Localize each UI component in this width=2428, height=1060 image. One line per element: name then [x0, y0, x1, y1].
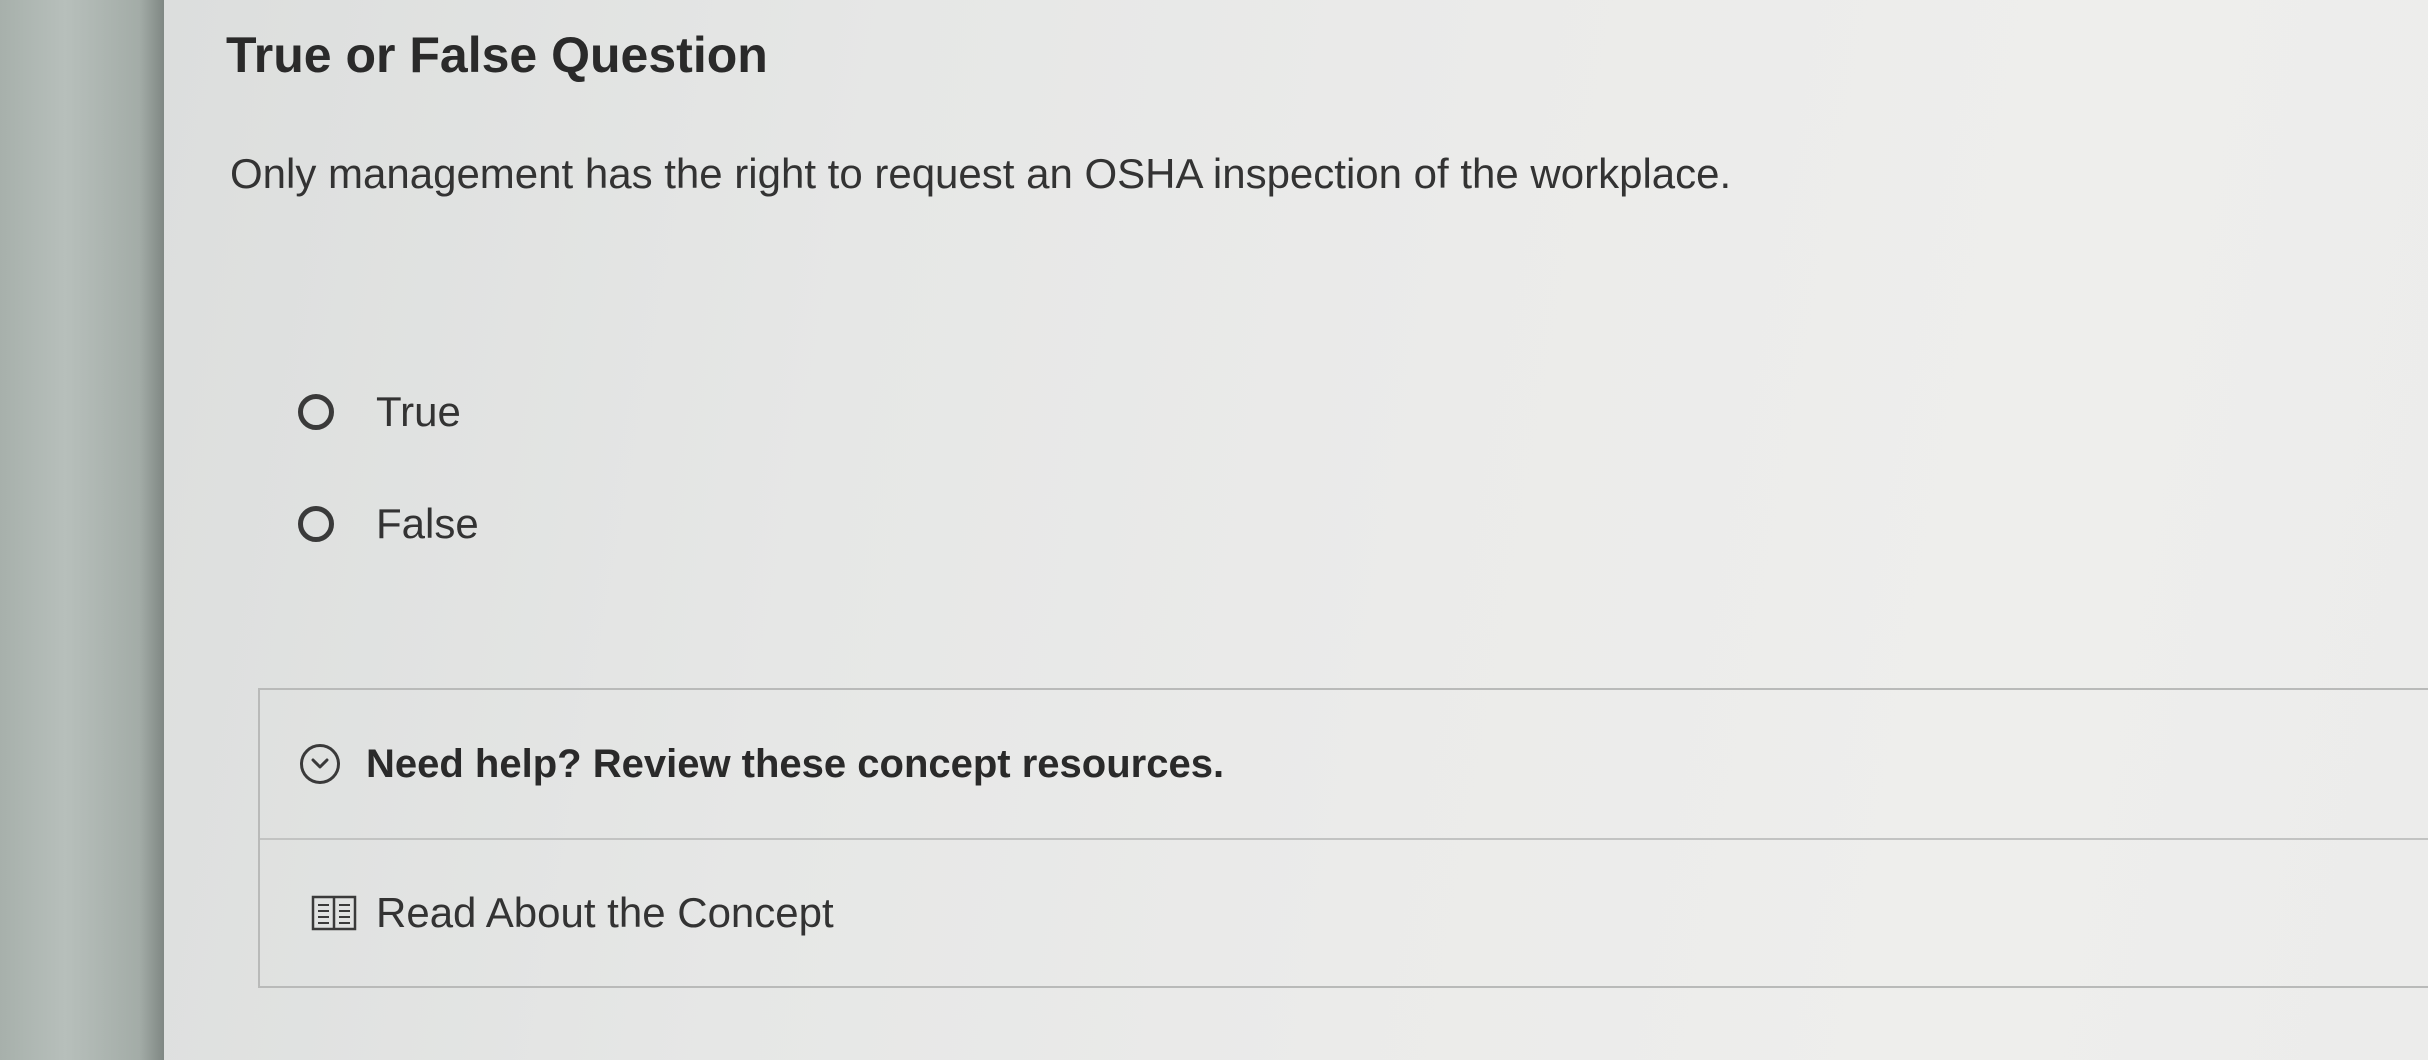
read-about-concept-link[interactable]: Read About the Concept: [260, 838, 2428, 988]
concept-resources-panel: Need help? Review these concept resource…: [258, 688, 2428, 988]
answer-option-true[interactable]: True: [298, 382, 461, 442]
question-prompt: Only management has the right to request…: [230, 150, 1732, 197]
radio-button-false[interactable]: [298, 506, 334, 542]
need-help-toggle[interactable]: Need help? Review these concept resource…: [260, 690, 2428, 840]
answer-label-true: True: [376, 388, 461, 435]
read-about-concept-label: Read About the Concept: [376, 889, 834, 936]
radio-button-true[interactable]: [298, 394, 334, 430]
book-icon: [310, 893, 358, 933]
answer-option-false[interactable]: False: [298, 494, 479, 554]
monitor-bezel: [0, 0, 164, 1060]
chevron-down-icon[interactable]: [300, 744, 340, 784]
answer-label-false: False: [376, 500, 479, 547]
question-type-heading: True or False Question: [226, 27, 768, 83]
need-help-label: Need help? Review these concept resource…: [366, 741, 1225, 786]
